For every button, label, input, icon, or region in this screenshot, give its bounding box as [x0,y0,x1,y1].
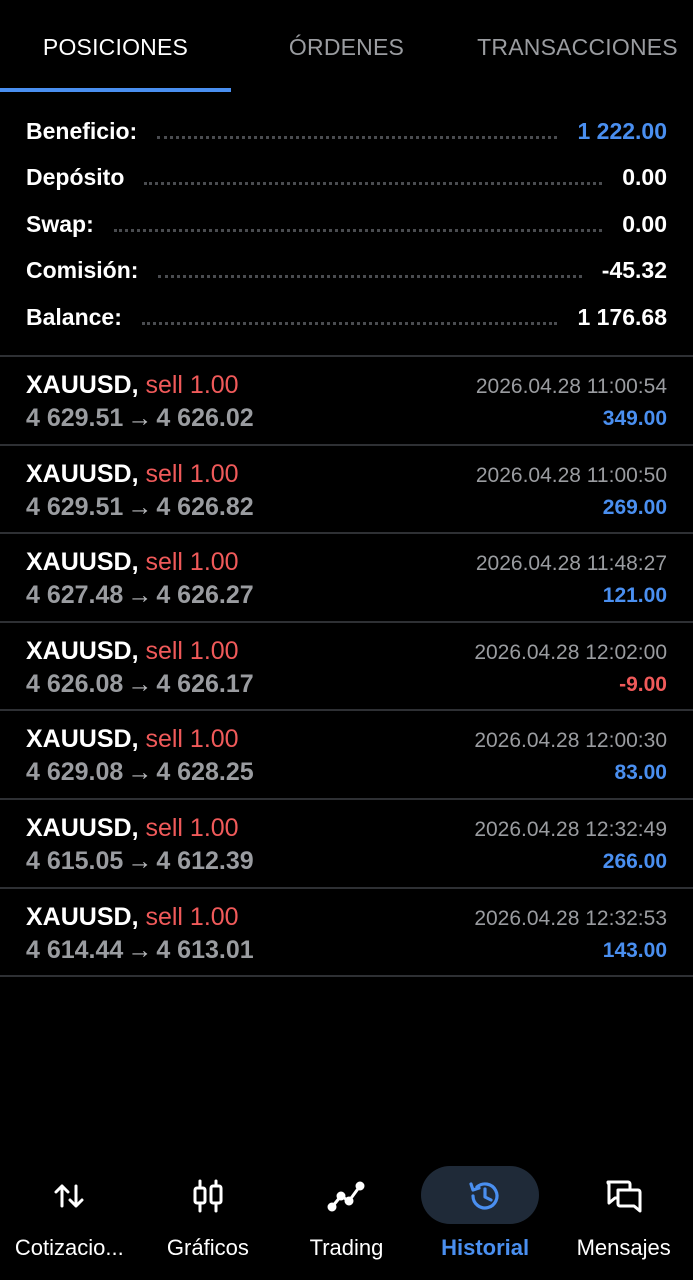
trade-open-price: 4 627.48 [26,581,124,610]
history-icon [469,1182,499,1210]
trade-profit: 349.00 [602,407,667,430]
trade-profit: 143.00 [602,938,667,962]
candlestick-chart-icon [193,1179,223,1213]
nav-history[interactable]: Historial [416,1150,555,1280]
trade-side: sell 1.00 [145,813,239,842]
dotted-leader [144,182,603,186]
trade-close-price: 4 626.27 [156,581,254,610]
trade-time: 2026.04.28 12:00:30 [474,729,667,753]
trade-profit: 83.00 [614,761,667,785]
trade-time: 2026.04.28 12:02:00 [474,640,667,664]
trade-symbol: XAUUSD, [26,459,139,488]
dotted-leader [157,135,558,139]
tab-positions[interactable]: POSICIONES [0,34,231,61]
summary-row-commission: Comisión: -45.32 [0,248,693,295]
trade-close-price: 4 612.39 [156,846,254,875]
trade-time: 2026.04.28 11:00:50 [475,463,667,487]
profit-value: 1 222.00 [577,117,667,144]
commission-label: Comisión: [26,257,139,284]
balance-value: 1 176.68 [577,303,667,330]
commission-value: -45.32 [601,257,667,284]
summary-row-deposit: Depósito 0.00 [0,155,693,202]
messages-icon [606,1180,642,1213]
deposit-value: 0.00 [622,164,667,191]
trade-profit: 269.00 [602,495,667,519]
dotted-leader [113,228,603,232]
trade-open-price: 4 629.51 [26,404,124,432]
trade-row[interactable]: XAUUSD, sell 1.00 4 629.08 → 4 628.25 2026… [0,711,693,800]
trade-close-price: 4 613.01 [156,935,254,964]
nav-charts[interactable]: Gráficos [139,1150,278,1280]
trade-row[interactable]: XAUUSD, sell 1.00 4 629.51 → 4 626.82 2026… [0,446,693,535]
balance-label: Balance: [26,303,122,330]
trade-side: sell 1.00 [145,548,239,577]
trade-open-price: 4 615.05 [26,846,124,875]
bottom-navigation: Cotizacio... Gráficos Trading Historial [0,1150,693,1280]
trade-close-price: 4 626.02 [156,404,254,432]
summary-row-balance: Balance: 1 176.68 [0,294,693,341]
trade-symbol: XAUUSD, [26,725,139,754]
trade-symbol: XAUUSD, [26,636,139,665]
trade-row[interactable]: XAUUSD, sell 1.00 4 615.05 → 4 612.39 2026… [0,800,693,889]
summary-row-profit: Beneficio: 1 222.00 [0,108,693,155]
active-tab-indicator [0,88,231,92]
trade-profit: -9.00 [619,672,667,696]
nav-label: Mensajes [576,1235,671,1260]
trade-row[interactable]: XAUUSD, sell 1.00 4 626.08 → 4 626.17 2026… [0,623,693,712]
trade-side: sell 1.00 [145,636,239,665]
trade-symbol: XAUUSD, [26,813,139,842]
tab-bar: POSICIONES ÓRDENES TRANSACCIONES [0,0,693,92]
trade-open-price: 4 626.08 [26,669,124,698]
nav-label: Trading [309,1235,384,1260]
tab-transactions[interactable]: TRANSACCIONES [462,34,693,61]
trade-open-price: 4 629.51 [26,492,124,521]
profit-label: Beneficio: [26,117,138,144]
swap-value: 0.00 [622,210,667,237]
trade-profit: 266.00 [602,849,667,873]
trade-row[interactable]: XAUUSD, sell 1.00 4 614.44 → 4 613.01 2026… [0,889,693,978]
trading-line-icon [327,1181,365,1212]
trade-list: XAUUSD, sell 1.00 4 629.51 → 4 626.02 2026… [0,357,693,978]
nav-label: Historial [441,1235,530,1260]
trade-row[interactable]: XAUUSD, sell 1.00 4 629.51 → 4 626.02 2026… [0,357,693,446]
trade-time: 2026.04.28 11:00:54 [475,375,667,398]
arrow-right-icon: → [127,846,153,875]
summary-row-swap: Swap: 0.00 [0,201,693,248]
quotes-arrows-icon [54,1184,84,1208]
trade-close-price: 4 628.25 [156,758,254,787]
arrow-right-icon: → [127,669,153,698]
trade-open-price: 4 614.44 [26,935,124,964]
swap-label: Swap: [26,210,94,237]
trade-close-price: 4 626.17 [156,669,254,698]
trade-close-price: 4 626.82 [156,492,254,521]
trade-side: sell 1.00 [145,902,239,931]
dotted-leader [158,275,582,279]
nav-label: Gráficos [166,1235,249,1260]
trade-time: 2026.04.28 12:32:49 [474,817,667,841]
trade-symbol: XAUUSD, [26,371,139,399]
trade-time: 2026.04.28 11:48:27 [475,552,667,576]
trade-side: sell 1.00 [145,725,239,754]
nav-trading[interactable]: Trading [277,1150,416,1280]
tab-orders[interactable]: ÓRDENES [231,34,462,61]
trade-symbol: XAUUSD, [26,902,139,931]
nav-quotes[interactable]: Cotizacio... [0,1150,139,1280]
arrow-right-icon: → [127,581,153,610]
arrow-right-icon: → [127,935,153,964]
trade-profit: 121.00 [602,584,667,608]
arrow-right-icon: → [127,758,153,787]
deposit-label: Depósito [26,164,125,191]
trade-row[interactable]: XAUUSD, sell 1.00 4 627.48 → 4 626.27 2026… [0,534,693,623]
history-summary: Beneficio: 1 222.00 Depósito 0.00 Swap: … [0,108,693,341]
nav-label: Cotizacio... [14,1235,124,1260]
trade-side: sell 1.00 [145,459,239,488]
arrow-right-icon: → [127,404,153,432]
trade-symbol: XAUUSD, [26,548,139,577]
dotted-leader [141,321,558,325]
trade-side: sell 1.00 [145,371,239,399]
nav-messages[interactable]: Mensajes [554,1150,693,1280]
trade-open-price: 4 629.08 [26,758,124,787]
trade-time: 2026.04.28 12:32:53 [474,906,667,930]
arrow-right-icon: → [127,492,153,521]
